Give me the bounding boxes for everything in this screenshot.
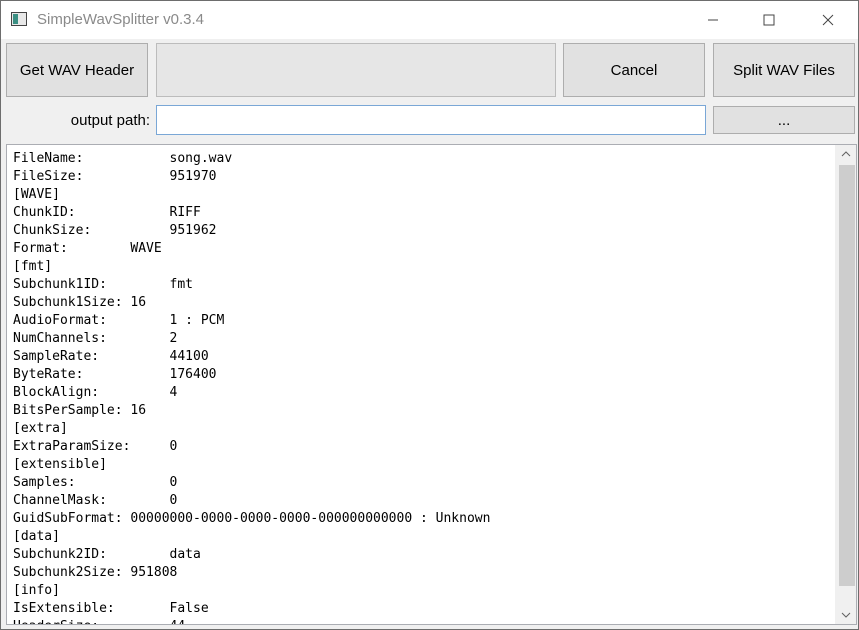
header-info-line: ByteRate: 176400 [13, 367, 217, 382]
header-info-line: IsExtensible: False [13, 601, 209, 616]
header-info-line: [WAVE] [13, 187, 60, 202]
header-info-line: ChannelMask: 0 [13, 493, 178, 508]
header-info-line: Subchunk2ID: data [13, 547, 201, 562]
header-info-line: Samples: 0 [13, 475, 178, 490]
scroll-up-button[interactable] [835, 145, 856, 163]
scroll-down-button[interactable] [835, 606, 856, 624]
output-path-label: output path: [70, 112, 150, 129]
header-info-line: [data] [13, 529, 60, 544]
header-info-line: Format: WAVE [13, 241, 162, 256]
close-button[interactable] [805, 1, 851, 39]
header-info-line: Subchunk2Size: 951808 [13, 565, 178, 580]
output-path-input[interactable] [156, 105, 706, 135]
app-window-icon [11, 12, 27, 26]
header-info-line: Subchunk1ID: fmt [13, 277, 194, 292]
header-info-line: AudioFormat: 1 : PCM [13, 313, 225, 328]
header-info-line: FileName: song.wav [13, 151, 233, 166]
header-info-text: FileName: song.wav FileSize: 951970 [WAVE]… [13, 150, 832, 624]
chevron-up-icon [841, 151, 850, 157]
header-info-line: FileSize: 951970 [13, 169, 217, 184]
vertical-scrollbar[interactable] [835, 145, 856, 624]
header-info-line: BlockAlign: 4 [13, 385, 178, 400]
header-info-line: [extensible] [13, 457, 107, 472]
header-info-line: ChunkSize: 951962 [13, 223, 217, 238]
cancel-button[interactable]: Cancel [563, 43, 705, 97]
header-info-line: NumChannels: 2 [13, 331, 178, 346]
window-title: SimpleWavSplitter v0.3.4 [37, 11, 205, 28]
browse-button[interactable]: ... [713, 106, 855, 134]
header-info-line: [info] [13, 583, 60, 598]
maximize-button[interactable] [746, 1, 792, 39]
chevron-down-icon [841, 612, 850, 618]
header-info-line: ExtraParamSize: 0 [13, 439, 178, 454]
scroll-thumb[interactable] [839, 165, 855, 586]
header-info-line: [fmt] [13, 259, 53, 274]
split-wav-files-button[interactable]: Split WAV Files [713, 43, 855, 97]
main-window: SimpleWavSplitter v0.3.4 Get WAV Header … [0, 0, 859, 630]
header-info-line: HeaderSize: 44 [13, 618, 832, 624]
close-icon [822, 14, 834, 26]
progress-bar [156, 43, 556, 97]
minimize-icon [708, 19, 718, 21]
maximize-icon [763, 14, 775, 26]
header-info-line: SampleRate: 44100 [13, 349, 209, 364]
minimize-button[interactable] [690, 1, 736, 39]
header-info-line: [extra] [13, 421, 68, 436]
get-wav-header-button[interactable]: Get WAV Header [6, 43, 148, 97]
header-info-line: BitsPerSample: 16 [13, 403, 147, 418]
header-info-line: ChunkID: RIFF [13, 205, 201, 220]
header-info-textbox[interactable]: FileName: song.wav FileSize: 951970 [WAVE]… [6, 144, 857, 625]
title-bar[interactable]: SimpleWavSplitter v0.3.4 [1, 1, 858, 39]
header-info-line: Subchunk1Size: 16 [13, 295, 147, 310]
header-info-line: GuidSubFormat: 00000000-0000-0000-0000-0… [13, 511, 491, 526]
